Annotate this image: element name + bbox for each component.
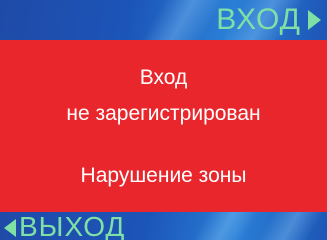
message-line-1: Вход: [139, 66, 188, 89]
alarm-message-panel: Вход не зарегистрирован Нарушение зоны: [0, 40, 327, 212]
top-softkey-bar: ВХОД: [0, 0, 327, 40]
triangle-right-icon: [308, 10, 321, 30]
message-line-2: не зарегистрирован: [66, 102, 261, 125]
triangle-left-icon: [4, 219, 16, 237]
bar-highlight: [250, 212, 327, 240]
exit-label: ВЫХОД: [19, 212, 126, 240]
message-line-3: Нарушение зоны: [80, 164, 247, 187]
bar-highlight: [129, 0, 231, 40]
device-screen: ВХОД Вход не зарегистрирован Нарушение з…: [0, 0, 327, 240]
enter-label: ВХОД: [216, 3, 301, 36]
bar-highlight: [185, 212, 265, 240]
bottom-softkey-bar: ВЫХОД: [0, 212, 327, 240]
